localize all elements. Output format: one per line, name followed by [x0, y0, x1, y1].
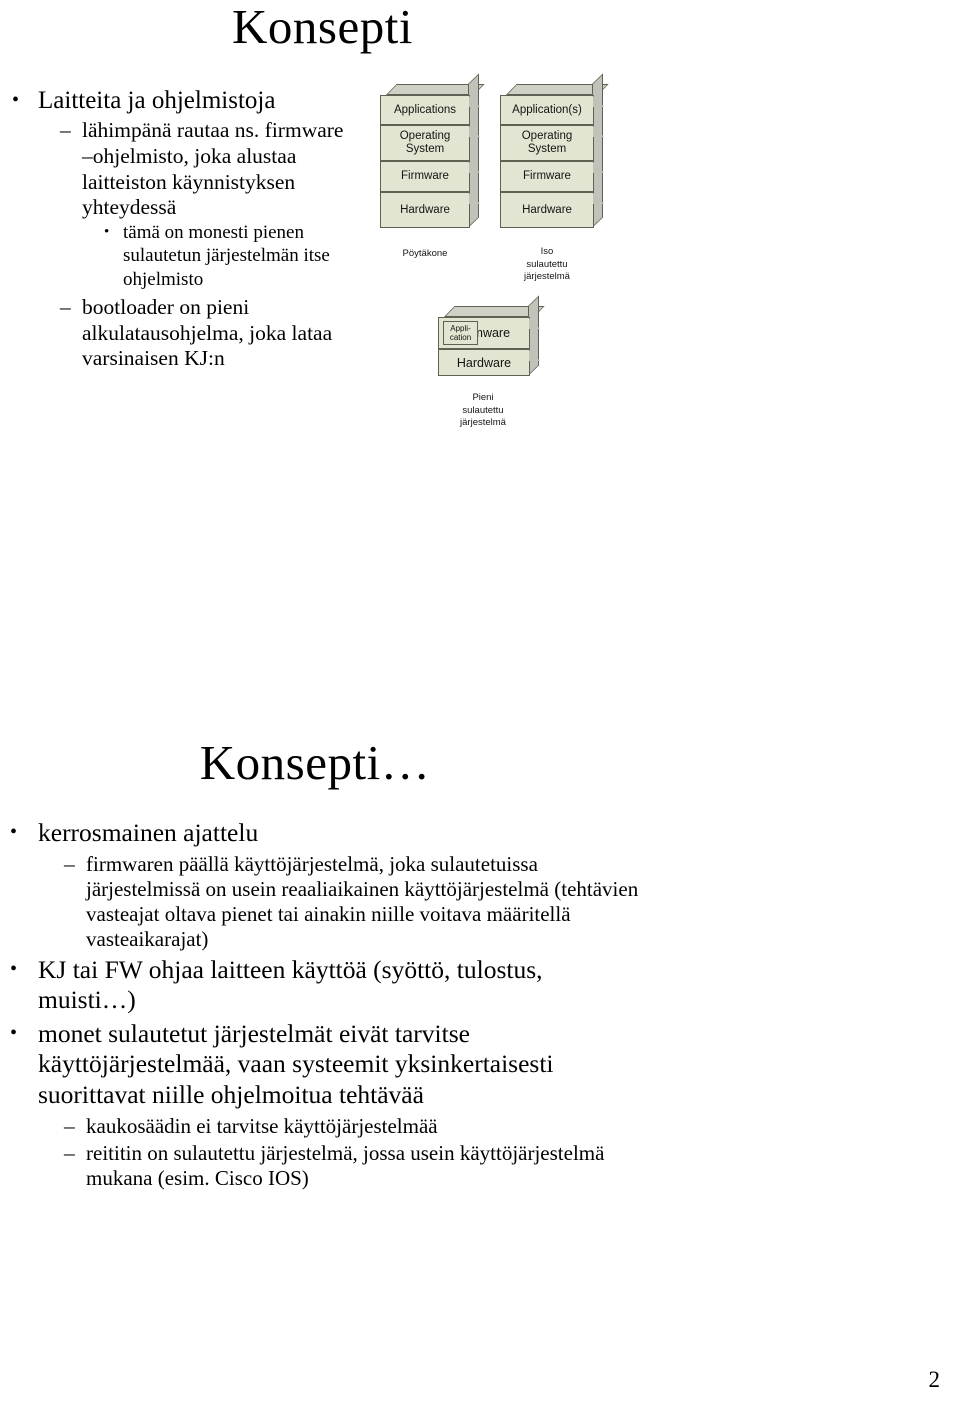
caption-line: Pieni — [472, 392, 494, 403]
layer-label: Operating System — [399, 130, 451, 155]
bullet-text: lähimpänä rautaa ns. firmware –ohjelmist… — [82, 118, 344, 220]
small-embedded-stack: Firmware Appli- cation Hardware Pieni su… — [433, 295, 553, 428]
layer-hardware: Hardware — [500, 192, 604, 228]
bullet-item: • kerrosmainen ajattelu — [6, 818, 646, 849]
bullet-text: bootloader on pieni alkulatausohjelma, j… — [82, 294, 333, 371]
inset-line: cation — [449, 333, 472, 342]
layer-label: Hardware — [400, 203, 450, 216]
bullet-item: • tämä on monesti pienen sulautetun järj… — [104, 221, 353, 291]
caption-line: sulautettu — [526, 258, 568, 270]
bullet-item: • KJ tai FW ohjaa laitteen käyttöä (syöt… — [6, 955, 646, 1016]
layer-label: Firmware — [523, 170, 571, 183]
bullet-item: – reititin on sulautettu järjestelmä, jo… — [64, 1141, 646, 1191]
inset-line: Appli- — [450, 323, 471, 333]
bullet-item: – bootloader on pieni alkulatausohjelma,… — [60, 295, 353, 372]
layer-hardware: Hardware — [380, 192, 480, 228]
stack-caption-small-embedded: Pieni sulautettu järjestelmä — [433, 392, 533, 430]
bullet-item: – kaukosäädin ei tarvitse käyttöjärjeste… — [64, 1114, 646, 1139]
bullet-item: • monet sulautetut järjestelmät eivät ta… — [6, 1019, 646, 1111]
layer-label: Application(s) — [512, 103, 582, 116]
caption-text: Pöytäkone — [402, 248, 448, 259]
caption-line: sulautettu — [462, 404, 504, 416]
page-title-konsepti: Konsepti — [232, 0, 413, 54]
bullet-marker: • — [10, 957, 18, 980]
slide1-bullet-list: • Laitteita ja ohjelmistoja – lähimpänä … — [8, 86, 353, 372]
inset-application-text: Appli- cation — [450, 324, 471, 342]
slide-konsepti-1: Konsepti • Laitteita ja ohjelmistoja – l… — [0, 0, 960, 710]
bullet-marker: – — [64, 851, 75, 876]
caption-line: Iso — [540, 246, 554, 257]
slide2-bullet-list: • kerrosmainen ajattelu – firmwaren pääl… — [6, 818, 646, 1191]
bullet-text: kerrosmainen ajattelu — [38, 818, 259, 847]
bullet-text: firmwaren päällä käyttöjärjestelmä, joka… — [86, 851, 639, 951]
bullet-marker: • — [12, 89, 20, 111]
layer-operating-system: Operating System — [500, 125, 604, 161]
bullet-text: Laitteita ja ohjelmistoja — [38, 87, 276, 114]
inset-application-box: Appli- cation — [443, 321, 478, 345]
layer-label: Applications — [393, 103, 456, 116]
page-number: 2 — [928, 1367, 941, 1392]
bullet-text: tämä on monesti pienen sulautetun järjes… — [123, 222, 330, 290]
layer-operating-system: Operating System — [380, 125, 480, 161]
layer-hardware: Hardware — [438, 349, 540, 376]
large-embedded-stack: Application(s) Operating System Firmware… — [495, 73, 610, 282]
layer-applications: Application(s) — [500, 95, 604, 125]
layer-firmware: Firmware — [380, 161, 480, 192]
bullet-text: monet sulautetut järjestelmät eivät tarv… — [38, 1018, 554, 1109]
bullet-marker: – — [64, 1113, 75, 1138]
bullet-marker: – — [64, 1141, 75, 1166]
bullet-marker: – — [60, 294, 71, 319]
caption-line: järjestelmä — [524, 271, 570, 283]
bullet-item: • Laitteita ja ohjelmistoja — [8, 86, 353, 116]
layer-applications: Applications — [380, 95, 480, 125]
layer-label: Hardware — [522, 203, 572, 216]
architecture-layers-diagram: Applications Operating System Firmware H… — [375, 73, 625, 444]
bullet-marker: • — [10, 821, 18, 843]
bullet-item: – firmwaren päällä käyttöjärjestelmä, jo… — [64, 852, 646, 952]
stack-caption-large-embedded: Iso sulautettu järjestelmä — [497, 246, 597, 284]
bullet-text: KJ tai FW ohjaa laitteen käyttöä (syöttö… — [38, 954, 543, 1015]
bullet-marker: – — [60, 118, 71, 142]
bullet-marker: • — [10, 1021, 18, 1044]
desktop-stack: Applications Operating System Firmware H… — [375, 73, 487, 259]
page-title-konsepti-cont: Konsepti… — [199, 735, 431, 790]
layer-label: Hardware — [456, 355, 512, 370]
bullet-item: – lähimpänä rautaa ns. firmware –ohjelmi… — [60, 118, 353, 221]
bullet-marker: • — [104, 224, 110, 241]
bullet-text: kaukosäädin ei tarvitse käyttöjärjestelm… — [86, 1113, 438, 1138]
layer-label: Firmware — [401, 170, 449, 183]
layer-label: Operating System — [521, 130, 573, 155]
bullet-text: reititin on sulautettu järjestelmä, joss… — [86, 1141, 605, 1191]
layer-firmware: Firmware — [500, 161, 604, 192]
stack-caption-desktop: Pöytäkone — [375, 248, 475, 261]
caption-line: järjestelmä — [460, 417, 506, 429]
